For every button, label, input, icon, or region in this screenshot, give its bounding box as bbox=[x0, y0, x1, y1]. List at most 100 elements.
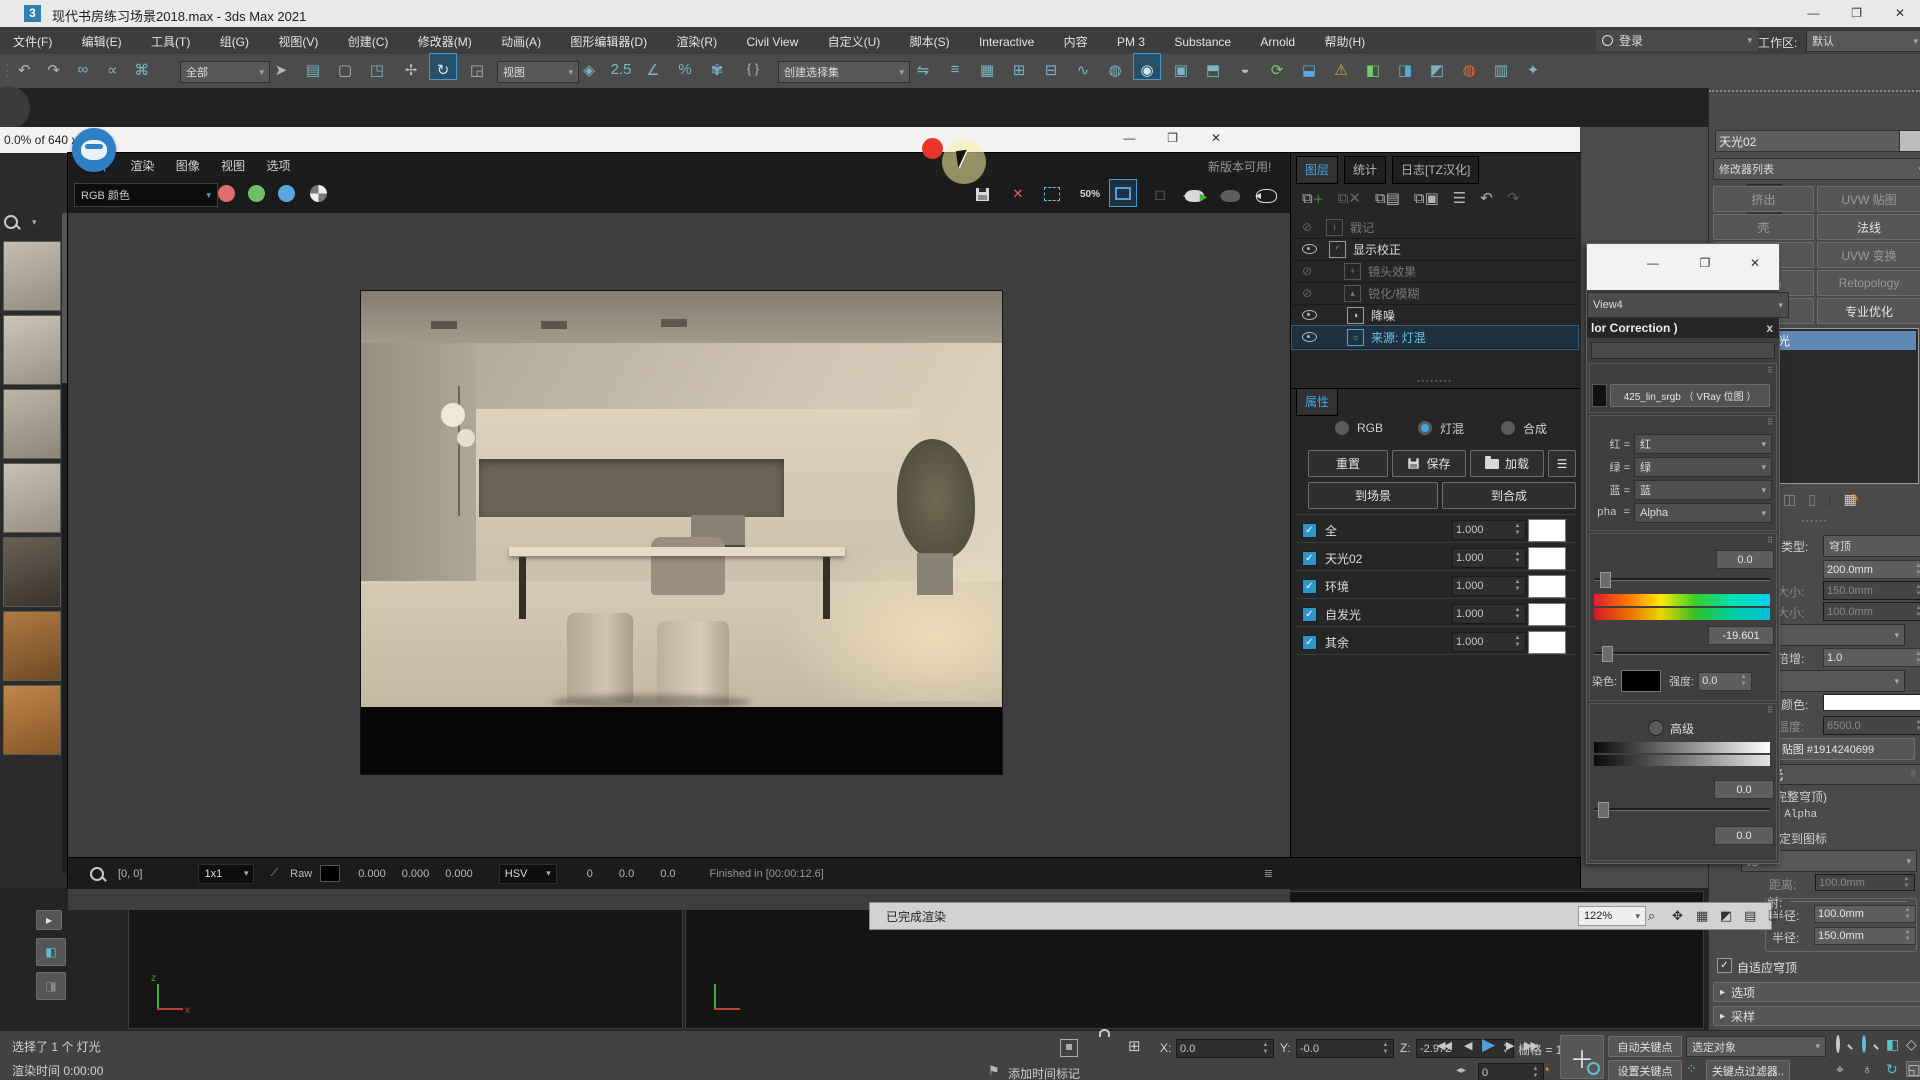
mix-value-field[interactable]: 1.000▲▼ bbox=[1452, 548, 1526, 568]
pixel-probe-icon[interactable] bbox=[90, 867, 104, 881]
layer-row-source-lightmix[interactable]: ☼ 来源: 灯混 bbox=[1292, 326, 1578, 349]
menu-substance[interactable]: Substance bbox=[1161, 29, 1244, 55]
mod-button-uvwmap[interactable]: UVW 贴图 bbox=[1817, 186, 1920, 212]
cc-v2-value[interactable]: 0.0 bbox=[1714, 826, 1774, 845]
close-button[interactable]: ✕ bbox=[1880, 6, 1920, 20]
vfb-menu-view[interactable]: 视图 bbox=[212, 153, 254, 178]
history-thumbnail[interactable] bbox=[3, 315, 61, 385]
menu-tools[interactable]: 工具(T) bbox=[138, 27, 203, 56]
mod-button-shell[interactable]: 壳 bbox=[1713, 214, 1814, 240]
temp-field[interactable]: 6500.0▲▼ bbox=[1823, 716, 1920, 735]
y-field[interactable]: -0.0▲▼ bbox=[1296, 1039, 1394, 1058]
slider-handle[interactable] bbox=[1602, 646, 1613, 662]
to-scene-button[interactable]: 到场景 bbox=[1308, 482, 1438, 509]
history-thumbnail[interactable] bbox=[3, 685, 61, 755]
menu-create[interactable]: 创建(C) bbox=[335, 27, 402, 56]
render-production-icon[interactable]: ◒ bbox=[1232, 54, 1258, 78]
mix-color-swatch[interactable] bbox=[1528, 575, 1566, 598]
zoom-extents-icon[interactable]: ◧ bbox=[1886, 1036, 1899, 1053]
curve-icon[interactable]: ⟋ bbox=[270, 867, 278, 880]
cc-header[interactable]: lor Correction ) x bbox=[1587, 318, 1779, 338]
mix-value-field[interactable]: 1.000▲▼ bbox=[1452, 520, 1526, 540]
zoom-all-icon[interactable] bbox=[1862, 1037, 1866, 1051]
mix-row-rest[interactable]: ✓ 其余 1.000▲▼ bbox=[1290, 628, 1580, 656]
slider-handle[interactable] bbox=[1600, 572, 1611, 588]
rectangular-selection-icon[interactable]: ▢ bbox=[332, 54, 358, 79]
size2-field[interactable]: 150.0mm▲▼ bbox=[1823, 581, 1920, 600]
vfb-object-select-icon[interactable]: ◻ bbox=[1148, 182, 1172, 206]
menu-civil-view[interactable]: Civil View bbox=[733, 29, 811, 55]
layer-thumb-button[interactable]: ◧ bbox=[36, 938, 66, 966]
field-of-view-icon[interactable]: ⌖ bbox=[1836, 1061, 1844, 1078]
history-thumbnail[interactable] bbox=[3, 537, 61, 607]
vfb-save-image-icon[interactable] bbox=[970, 182, 994, 206]
tab-log[interactable]: 日志[TZ汉化] bbox=[1392, 156, 1479, 184]
time-configuration-icon[interactable]: ◔ bbox=[1542, 1062, 1550, 1077]
load-layers-icon[interactable]: ⧉▣ bbox=[1414, 189, 1439, 207]
go-to-end-icon[interactable]: ▶▶ bbox=[1524, 1039, 1537, 1052]
eye-icon[interactable] bbox=[1302, 310, 1317, 320]
menu-help[interactable]: 帮助(H) bbox=[1311, 27, 1378, 56]
vfb-menu-image[interactable]: 图像 bbox=[167, 153, 209, 178]
menu-file[interactable]: 文件(F) bbox=[0, 27, 65, 56]
menu-animation[interactable]: 动画(A) bbox=[488, 27, 554, 56]
vfb-render-dim-icon[interactable] bbox=[1218, 184, 1242, 208]
panel-grip[interactable] bbox=[1709, 90, 1920, 98]
menu-views[interactable]: 视图(V) bbox=[265, 27, 331, 56]
frame-field[interactable]: 0▲▼ bbox=[1478, 1063, 1544, 1080]
layer-thumb-button2[interactable]: ◨ bbox=[36, 972, 66, 1000]
history-scrollbar[interactable] bbox=[62, 213, 67, 873]
mix-row-environment[interactable]: ✓ 环境 1.000▲▼ bbox=[1290, 572, 1580, 600]
map-dropdown[interactable]: Alpha▾ bbox=[1634, 503, 1772, 523]
checkbox-checked[interactable]: ✓ bbox=[1302, 523, 1317, 538]
map-dropdown[interactable]: 绿▾ bbox=[1634, 457, 1772, 477]
vfb-alpha-channel-button[interactable] bbox=[310, 185, 327, 202]
menu-group[interactable]: 组(G) bbox=[207, 27, 262, 56]
tab-layers[interactable]: 图层 bbox=[1296, 156, 1338, 184]
workspace-dropdown[interactable]: 默认▾ bbox=[1806, 30, 1920, 52]
history-thumbnail[interactable] bbox=[3, 611, 61, 681]
set-key-button[interactable]: 设置关键点 bbox=[1608, 1060, 1682, 1080]
panel-splitter[interactable]: ▪▪▪▪▪▪▪▪ bbox=[1290, 378, 1580, 386]
reference-coordinate-dropdown[interactable]: 视图▾ bbox=[497, 61, 579, 83]
drag-handle-icon[interactable]: ⠿ bbox=[1767, 418, 1772, 427]
rfw-clone-icon[interactable]: ❏ bbox=[1768, 908, 1780, 924]
vfb-titlebar[interactable]: 0.0% of 640 x 480] — ❐ ✕ bbox=[0, 127, 1580, 153]
vray-fb-icon[interactable]: ◨ bbox=[1392, 54, 1418, 79]
cc-header-close-icon[interactable]: x bbox=[1766, 321, 1773, 335]
save-button[interactable]: 保存 bbox=[1392, 450, 1466, 477]
vfb-red-channel-button[interactable] bbox=[218, 185, 235, 202]
vfb-blue-channel-button[interactable] bbox=[278, 185, 295, 202]
size1-field[interactable]: 200.0mm▲▼ bbox=[1823, 560, 1920, 579]
menu-content[interactable]: 内容 bbox=[1051, 27, 1101, 56]
corona-icon[interactable]: ◍ bbox=[1456, 54, 1482, 79]
mirror-icon[interactable]: ⇋ bbox=[910, 54, 936, 79]
radio-composite[interactable] bbox=[1500, 420, 1516, 436]
menu-scripting[interactable]: 脚本(S) bbox=[897, 27, 963, 56]
rendered-image[interactable] bbox=[361, 291, 1002, 774]
type-dropdown[interactable]: 穹顶▾ bbox=[1823, 535, 1920, 557]
remove-layer-icon[interactable]: ⧉✕ bbox=[1338, 189, 1361, 207]
menu-rendering[interactable]: 渲染(R) bbox=[663, 27, 730, 56]
spinner-snap-icon[interactable]: ✾ bbox=[704, 54, 730, 79]
distance-field[interactable]: 100.0mm▲▼ bbox=[1815, 874, 1915, 891]
history-search[interactable]: ▾ bbox=[4, 215, 37, 229]
vfb-hsv-dropdown[interactable]: HSV▾ bbox=[499, 864, 557, 884]
to-composite-button[interactable]: 到合成 bbox=[1442, 482, 1576, 509]
mix-color-swatch[interactable] bbox=[1528, 519, 1566, 542]
expand-button[interactable]: ▸ bbox=[36, 910, 62, 930]
zoom-region-icon[interactable]: ◇ bbox=[1906, 1036, 1917, 1053]
eye-off-icon[interactable]: ⊘ bbox=[1302, 264, 1312, 278]
cc-view-dropdown[interactable]: View4▾ bbox=[1587, 292, 1789, 318]
vfb-minimize-button[interactable]: — bbox=[1109, 131, 1149, 145]
maximize-viewport-icon[interactable]: ◱ bbox=[1906, 1061, 1920, 1077]
use-pivot-icon[interactable]: ◈ bbox=[576, 54, 602, 79]
mix-row-skylight[interactable]: ✓ 天光02 1.000▲▼ bbox=[1290, 544, 1580, 572]
rfw-grid-icon[interactable]: ▦ bbox=[1696, 908, 1708, 924]
login-control[interactable]: 登录 ▾ bbox=[1596, 30, 1758, 51]
mix-value-field[interactable]: 1.000▲▼ bbox=[1452, 604, 1526, 624]
mix-row-all[interactable]: ✓ 全 1.000▲▼ bbox=[1290, 516, 1580, 544]
select-link-icon[interactable]: ∞ bbox=[70, 54, 96, 78]
history-thumbnail[interactable] bbox=[3, 463, 61, 533]
go-to-start-icon[interactable]: ◀◀ bbox=[1437, 1039, 1450, 1052]
